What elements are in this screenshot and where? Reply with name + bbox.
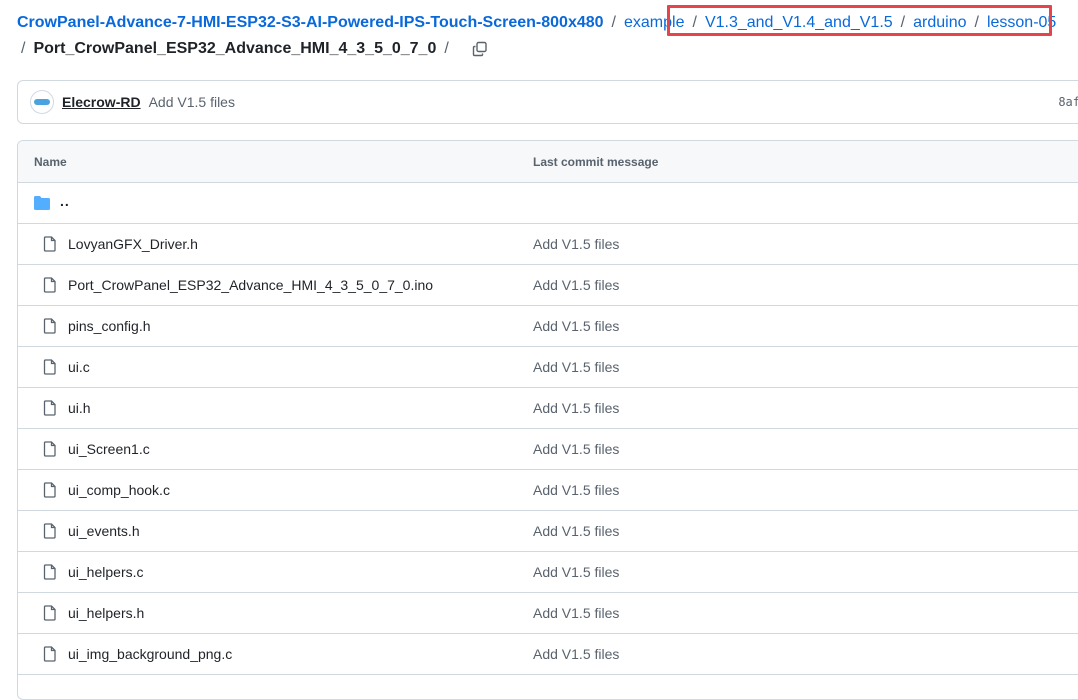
file-name-link[interactable]: ui.c [68,359,90,375]
commit-hash[interactable]: 8af [1058,95,1078,109]
file-commit-message[interactable]: Add V1.5 files [533,605,619,621]
table-row[interactable]: LovyanGFX_Driver.h Add V1.5 files [18,224,1078,265]
file-icon [42,318,58,334]
table-row[interactable]: ui_helpers.c Add V1.5 files [18,552,1078,593]
file-icon [42,482,58,498]
copy-icon[interactable] [469,38,491,60]
file-name-link[interactable]: ui_comp_hook.c [68,482,170,498]
file-name-link[interactable]: ui_img_background_png.c [68,646,232,662]
file-commit-message[interactable]: Add V1.5 files [533,523,619,539]
column-header-name: Name [34,155,67,169]
file-name-link[interactable]: ui.h [68,400,91,416]
file-commit-message[interactable]: Add V1.5 files [533,564,619,580]
file-icon [42,277,58,293]
table-row[interactable]: ui.h Add V1.5 files [18,388,1078,429]
file-icon [42,523,58,539]
table-row[interactable]: ui_events.h Add V1.5 files [18,511,1078,552]
file-icon [42,236,58,252]
file-commit-message[interactable]: Add V1.5 files [533,277,619,293]
breadcrumb-separator: / [21,40,26,57]
file-commit-message[interactable]: Add V1.5 files [533,646,619,662]
file-list: LovyanGFX_Driver.h Add V1.5 files Port_Cro… [18,224,1078,675]
parent-directory-row[interactable]: .. [18,183,1078,224]
file-commit-message[interactable]: Add V1.5 files [533,359,619,375]
file-name-link[interactable]: ui_helpers.h [68,605,144,621]
breadcrumb-separator: / [444,40,449,57]
breadcrumb-current-line: / Port_CrowPanel_ESP32_Advance_HMI_4_3_5… [17,38,491,60]
breadcrumb-repo-link[interactable]: CrowPanel-Advance-7-HMI-ESP32-S3-AI-Powe… [17,14,604,32]
folder-icon [34,196,50,210]
file-commit-message[interactable]: Add V1.5 files [533,236,619,252]
highlight-annotation-box [667,5,1052,36]
file-icon [42,564,58,580]
avatar[interactable] [30,90,54,114]
commit-message[interactable]: Add V1.5 files [149,94,235,110]
file-name-link[interactable]: Port_CrowPanel_ESP32_Advance_HMI_4_3_5_0… [68,277,433,293]
file-commit-message[interactable]: Add V1.5 files [533,400,619,416]
file-icon [42,400,58,416]
file-icon [42,441,58,457]
column-header-last-commit: Last commit message [533,155,659,169]
table-row[interactable]: Port_CrowPanel_ESP32_Advance_HMI_4_3_5_0… [18,265,1078,306]
breadcrumb-separator: / [611,14,616,31]
file-table: Name Last commit message .. LovyanGFX_Dr… [17,140,1078,700]
latest-commit-bar: Elecrow-RD Add V1.5 files 8af [17,80,1078,124]
table-row[interactable]: ui_img_background_png.c Add V1.5 files [18,634,1078,675]
table-row[interactable]: ui.c Add V1.5 files [18,347,1078,388]
table-row[interactable]: ui_Screen1.c Add V1.5 files [18,429,1078,470]
file-name-link[interactable]: pins_config.h [68,318,151,334]
parent-directory-link[interactable]: .. [60,193,70,209]
table-row[interactable]: pins_config.h Add V1.5 files [18,306,1078,347]
table-row[interactable]: ui_helpers.h Add V1.5 files [18,593,1078,634]
file-icon [42,646,58,662]
file-icon [42,359,58,375]
file-commit-message[interactable]: Add V1.5 files [533,441,619,457]
table-header: Name Last commit message [18,141,1078,183]
file-name-link[interactable]: ui_helpers.c [68,564,144,580]
file-name-link[interactable]: ui_events.h [68,523,140,539]
breadcrumb-current-folder: Port_CrowPanel_ESP32_Advance_HMI_4_3_5_0… [33,40,437,57]
file-commit-message[interactable]: Add V1.5 files [533,318,619,334]
table-row[interactable]: ui_comp_hook.c Add V1.5 files [18,470,1078,511]
file-commit-message[interactable]: Add V1.5 files [533,482,619,498]
commit-author-link[interactable]: Elecrow-RD [62,94,141,110]
file-name-link[interactable]: ui_Screen1.c [68,441,150,457]
file-icon [42,605,58,621]
file-name-link[interactable]: LovyanGFX_Driver.h [68,236,198,252]
